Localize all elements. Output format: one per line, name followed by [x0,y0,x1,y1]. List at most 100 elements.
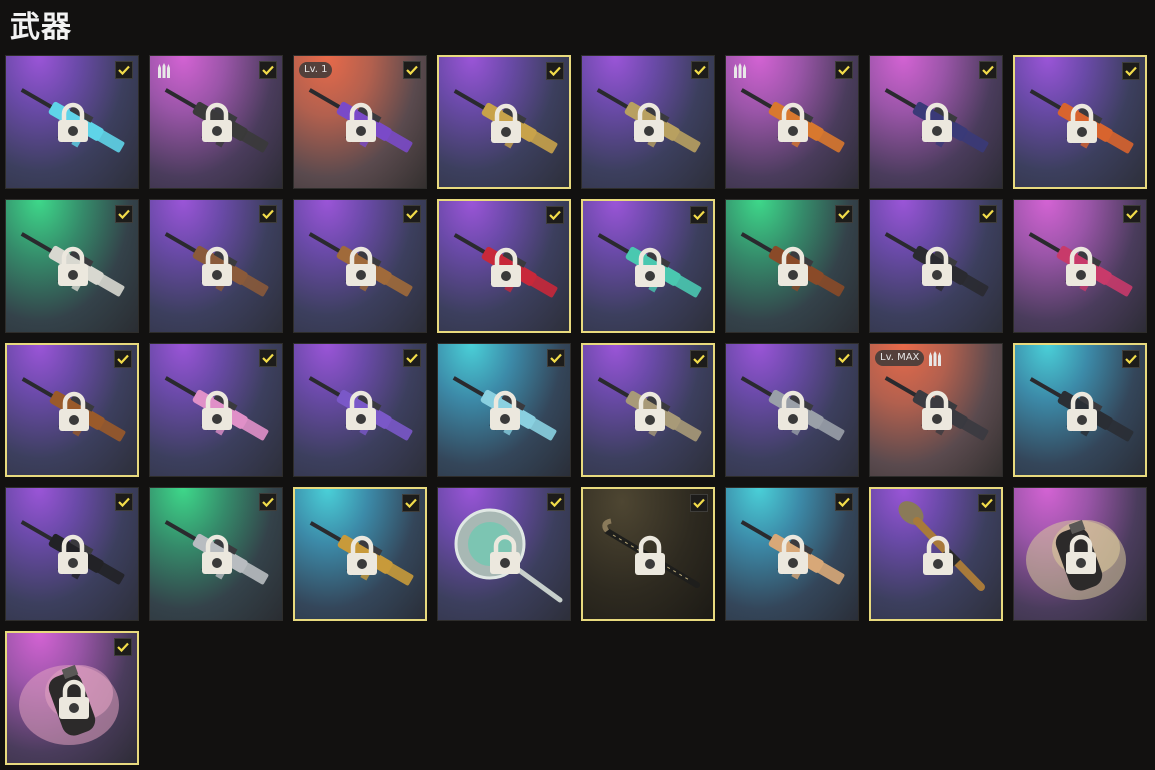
weapon-tile[interactable] [869,55,1003,189]
lock-icon [776,102,810,148]
checkbox-checked-icon[interactable] [547,349,565,367]
weapon-tile[interactable] [1013,343,1147,477]
checkbox-checked-icon[interactable] [402,494,420,512]
weapon-tile[interactable] [5,343,139,477]
lock-icon [1064,534,1098,580]
checkbox-checked-icon[interactable] [259,205,277,223]
level-badge: Lv. MAX [875,350,925,366]
lock-icon [488,534,522,580]
weapon-tile[interactable] [5,55,139,189]
lock-icon [56,102,90,148]
weapon-tile[interactable] [869,487,1003,621]
weapon-tile[interactable] [293,199,427,333]
page-title: 武器 [10,10,72,45]
weapon-tile[interactable] [725,199,859,333]
weapon-tile[interactable] [725,487,859,621]
checkbox-checked-icon[interactable] [835,493,853,511]
checkbox-checked-icon[interactable] [259,61,277,79]
checkbox-checked-icon[interactable] [114,638,132,656]
weapon-tile[interactable] [437,55,571,189]
checkbox-checked-icon[interactable] [978,494,996,512]
weapon-tile[interactable] [581,487,715,621]
ammo-icon [157,63,171,83]
checkbox-checked-icon[interactable] [979,61,997,79]
lock-icon [489,247,523,293]
lock-icon [344,246,378,292]
checkbox-checked-icon[interactable] [691,61,709,79]
checkbox-checked-icon[interactable] [1123,205,1141,223]
lock-icon [56,246,90,292]
ammo-icon [928,351,942,371]
weapon-tile[interactable] [5,487,139,621]
checkbox-checked-icon[interactable] [835,61,853,79]
lock-icon [920,102,954,148]
checkbox-checked-icon[interactable] [403,349,421,367]
weapon-tile[interactable] [725,55,859,189]
weapon-tile[interactable] [581,199,715,333]
checkbox-checked-icon[interactable] [690,494,708,512]
checkbox-checked-icon[interactable] [403,61,421,79]
lock-icon [345,535,379,581]
lock-icon [633,535,667,581]
lock-icon [776,246,810,292]
weapon-tile[interactable] [437,199,571,333]
lock-icon [488,390,522,436]
lock-icon [1065,103,1099,149]
weapon-tile[interactable] [293,343,427,477]
weapon-tile[interactable]: Lv. 1 [293,55,427,189]
weapon-tile[interactable] [437,487,571,621]
checkbox-checked-icon[interactable] [115,205,133,223]
weapon-grid: Lv. 1 Lv. MAX [5,55,1147,765]
checkbox-checked-icon[interactable] [259,493,277,511]
lock-icon [921,535,955,581]
weapon-tile[interactable] [581,55,715,189]
weapon-tile[interactable] [5,199,139,333]
checkbox-checked-icon[interactable] [115,493,133,511]
checkbox-checked-icon[interactable] [1122,62,1140,80]
checkbox-checked-icon[interactable] [546,62,564,80]
checkbox-checked-icon[interactable] [690,206,708,224]
checkbox-checked-icon[interactable] [115,61,133,79]
weapon-tile[interactable] [293,487,427,621]
lock-icon [633,247,667,293]
weapon-tile[interactable] [149,55,283,189]
lock-icon [200,534,234,580]
checkbox-checked-icon[interactable] [835,349,853,367]
lock-icon [57,391,91,437]
checkbox-checked-icon[interactable] [835,205,853,223]
checkbox-checked-icon[interactable] [546,206,564,224]
checkbox-checked-icon[interactable] [979,205,997,223]
checkbox-checked-icon[interactable] [1122,350,1140,368]
weapon-tile[interactable] [725,343,859,477]
weapon-tile[interactable] [581,343,715,477]
weapon-tile[interactable] [1013,55,1147,189]
lock-icon [489,103,523,149]
lock-icon [776,390,810,436]
level-badge: Lv. 1 [299,62,333,78]
weapon-tile[interactable] [149,487,283,621]
lock-icon [1065,391,1099,437]
weapon-tile[interactable] [1013,487,1147,621]
lock-icon [776,534,810,580]
lock-icon [57,679,91,725]
weapon-tile[interactable] [1013,199,1147,333]
checkbox-checked-icon[interactable] [114,350,132,368]
checkbox-checked-icon[interactable] [259,349,277,367]
lock-icon [344,390,378,436]
lock-icon [920,246,954,292]
lock-icon [633,391,667,437]
checkbox-checked-icon[interactable] [547,493,565,511]
weapon-tile[interactable] [437,343,571,477]
lock-icon [56,534,90,580]
ammo-icon [733,63,747,83]
lock-icon [1064,246,1098,292]
checkbox-checked-icon[interactable] [403,205,421,223]
weapon-tile[interactable] [5,631,139,765]
weapon-tile[interactable] [149,199,283,333]
weapon-tile[interactable] [869,199,1003,333]
checkbox-checked-icon[interactable] [690,350,708,368]
lock-icon [200,390,234,436]
lock-icon [344,102,378,148]
weapon-tile[interactable]: Lv. MAX [869,343,1003,477]
weapon-tile[interactable] [149,343,283,477]
